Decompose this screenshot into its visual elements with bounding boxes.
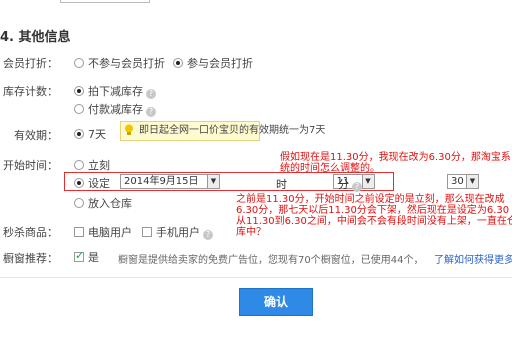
validity-label: 有效期： — [14, 129, 58, 142]
confirm-button[interactable]: 确认 — [239, 288, 313, 316]
radio-no-member-discount[interactable]: 不参与会员打折 — [74, 55, 165, 71]
radio-selected-icon — [74, 86, 84, 96]
flash-sale-label: 秒杀商品： — [3, 226, 58, 239]
member-discount-label: 会员打折： — [3, 57, 58, 70]
top-field-remnant — [60, 0, 150, 3]
inventory-label: 库存计数： — [3, 85, 58, 98]
start-time-label: 开始时间： — [3, 159, 58, 172]
radio-icon — [74, 160, 84, 170]
radio-order-reduce-stock[interactable]: 拍下减库存? — [74, 83, 156, 99]
checkbox-showcase[interactable]: 是 — [74, 249, 99, 265]
radio-start-scheduled[interactable]: 设定 — [74, 175, 110, 191]
lightbulb-icon — [125, 124, 133, 135]
help-icon[interactable]: ? — [352, 182, 362, 192]
radio-icon — [74, 104, 84, 114]
minute-select[interactable]: 30 ▼ — [447, 174, 479, 189]
radio-icon — [74, 58, 84, 68]
radio-selected-icon — [74, 178, 84, 188]
checkbox-pc-users[interactable]: 电脑用户 — [74, 224, 132, 240]
validity-tip: 即日起全网一口价宝贝的有效期统一为7天 — [120, 121, 325, 141]
help-icon[interactable]: ? — [146, 89, 156, 99]
chevron-down-icon: ▼ — [361, 175, 374, 188]
hour-unit: 时 — [276, 178, 287, 191]
date-select[interactable]: 2014年9月15日 ▼ — [120, 174, 220, 189]
radio-payment-reduce-stock[interactable]: 付款减库存? — [74, 101, 156, 117]
radio-7-days[interactable]: 7天 — [74, 126, 106, 142]
chevron-down-icon: ▼ — [466, 175, 478, 188]
showcase-learn-more-link[interactable]: 了解如何获得更多 — [434, 251, 512, 266]
showcase-label: 橱窗推荐： — [3, 252, 58, 265]
help-icon[interactable]: ? — [203, 230, 213, 240]
radio-icon — [74, 198, 84, 208]
help-icon[interactable]: ? — [146, 107, 156, 117]
checkbox-checked-icon — [74, 249, 84, 262]
minute-unit: 分? — [338, 176, 362, 192]
radio-start-now[interactable]: 立刻 — [74, 157, 110, 173]
section-title: 4. 其他信息 — [0, 30, 71, 45]
radio-member-discount[interactable]: 参与会员打折 — [173, 55, 253, 71]
radio-selected-icon — [173, 58, 183, 68]
showcase-description: 橱窗是提供给卖家的免费广告位，您现有70个橱窗位，已使用44个， — [118, 255, 424, 266]
chevron-down-icon: ▼ — [207, 175, 219, 188]
annotation-note-1: 假如现在是11.30分，我现在改为6.30分，那淘宝系 统的时间怎么调整的。 — [280, 152, 511, 174]
divider — [0, 277, 512, 278]
radio-put-in-warehouse[interactable]: 放入仓库 — [74, 195, 132, 211]
checkbox-mobile-users[interactable]: 手机用户? — [142, 224, 213, 240]
checkbox-icon — [74, 227, 84, 237]
radio-selected-icon — [74, 129, 84, 139]
annotation-note-2: 之前是11.30分，开始时间之前设定的是立刻，那么现在改成 6.30分，那七天以… — [236, 194, 512, 238]
checkbox-icon — [142, 227, 152, 237]
